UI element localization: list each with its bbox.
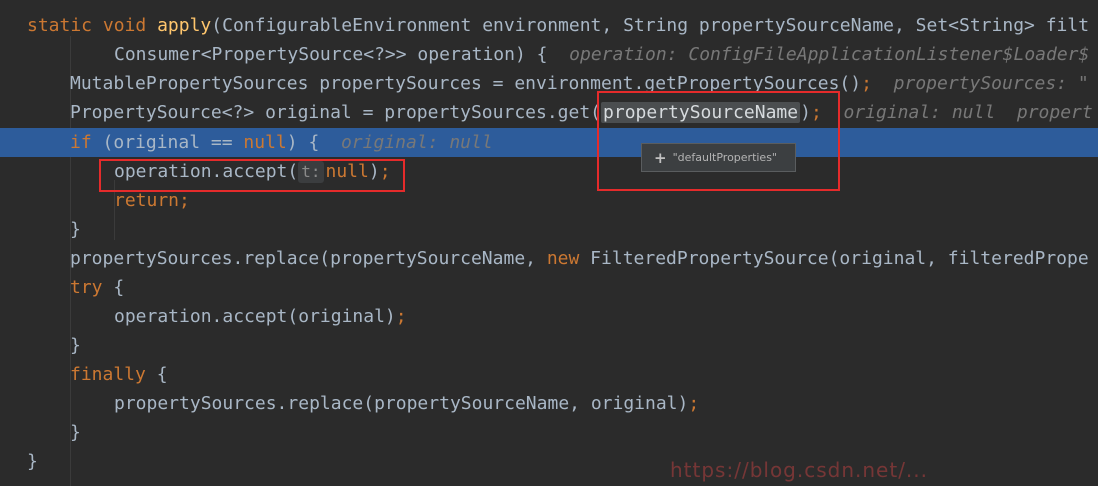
code-line[interactable]: MutablePropertySources propertySources =… — [0, 69, 1098, 98]
annotation-box-hover-value — [597, 91, 840, 191]
code-text: operation.accept(original) — [114, 306, 396, 327]
keyword: null — [243, 132, 287, 153]
code-text: Consumer<PropertySource<?>> operation) { — [114, 44, 548, 65]
semicolon: ; — [179, 190, 190, 211]
keyword: return — [114, 190, 180, 211]
inline-debug-value: operation: ConfigFileApplicationListener… — [569, 44, 1090, 65]
code-line[interactable]: operation.accept(original); — [0, 302, 1098, 331]
keyword: static — [27, 15, 93, 36]
closing-brace: } — [70, 219, 81, 240]
keyword: if — [70, 132, 92, 153]
closing-brace: } — [27, 451, 38, 472]
code-line[interactable]: } — [0, 447, 1098, 476]
code-text: PropertySource<?> original = propertySou… — [70, 102, 602, 123]
inline-debug-value: original: null — [340, 132, 493, 153]
code-text: propertySources.replace(propertySourceNa… — [114, 393, 689, 414]
plus-icon[interactable]: + — [654, 149, 667, 167]
keyword: try — [70, 277, 103, 298]
code-line[interactable]: static void apply(ConfigurableEnvironmen… — [0, 11, 1098, 40]
tooltip-value: "defaultProperties" — [672, 151, 777, 164]
debug-value-tooltip[interactable]: + "defaultProperties" — [641, 143, 796, 172]
closing-brace: } — [70, 422, 81, 443]
current-execution-line[interactable]: if (original == null) { original: null — [0, 128, 1098, 157]
code-text: ) { — [286, 132, 320, 153]
code-editor[interactable]: static void apply(ConfigurableEnvironmen… — [0, 0, 1098, 486]
semicolon: ; — [861, 73, 872, 94]
closing-brace: } — [70, 335, 81, 356]
code-line[interactable]: } — [0, 418, 1098, 447]
inline-debug-value: original: null propert — [843, 102, 1093, 123]
code-line[interactable]: Consumer<PropertySource<?>> operation) {… — [0, 40, 1098, 69]
keyword: finally — [70, 364, 146, 385]
code-line[interactable]: propertySources.replace(propertySourceNa… — [0, 244, 1098, 273]
code-line[interactable]: } — [0, 331, 1098, 360]
code-text: { — [145, 364, 168, 385]
code-line[interactable]: } — [0, 215, 1098, 244]
method-name: apply — [157, 15, 212, 36]
keyword: void — [102, 15, 147, 36]
keyword: new — [546, 248, 580, 269]
code-line[interactable]: try { — [0, 273, 1098, 302]
code-line[interactable]: finally { — [0, 360, 1098, 389]
semicolon: ; — [688, 393, 700, 414]
code-text: propertySources.replace(propertySourceNa… — [70, 248, 547, 269]
semicolon: ; — [395, 306, 407, 327]
code-text: (original == — [91, 132, 244, 153]
code-text: FilteredPropertySource(original, filtere… — [579, 248, 1089, 269]
code-text: { — [102, 277, 125, 298]
code-line[interactable]: PropertySource<?> original = propertySou… — [0, 98, 1098, 127]
watermark: https://blog.csdn.net/... — [670, 458, 929, 482]
code-line[interactable]: propertySources.replace(propertySourceNa… — [0, 389, 1098, 418]
inline-debug-value: propertySources: " — [893, 73, 1089, 94]
annotation-box-accept-null — [99, 159, 405, 192]
code-text: (ConfigurableEnvironment environment, St… — [211, 15, 1090, 36]
